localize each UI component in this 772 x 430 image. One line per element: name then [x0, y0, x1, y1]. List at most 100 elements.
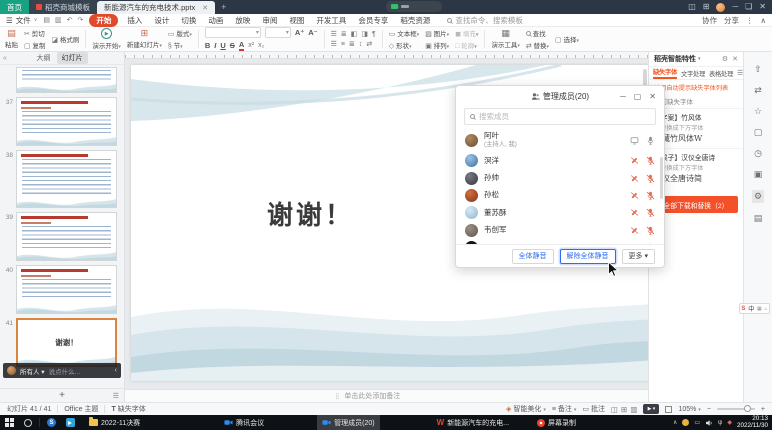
- notes-tool-icon[interactable]: ▤: [754, 213, 763, 224]
- redo-icon[interactable]: ↷: [78, 16, 84, 24]
- missing-font-indicator[interactable]: T 缺失字体: [111, 404, 145, 414]
- start-button[interactable]: [0, 415, 19, 430]
- replace-button[interactable]: ⇄ 替换▾: [526, 40, 549, 50]
- tray-expand-icon[interactable]: ∧: [673, 419, 677, 426]
- notes-bar[interactable]: ⣿ 单击此处添加备注: [125, 389, 648, 402]
- zoom-slider[interactable]: [717, 408, 755, 410]
- decrease-font-icon[interactable]: A⁻: [308, 28, 317, 37]
- italic-button[interactable]: I: [214, 41, 216, 50]
- taskbar-clock[interactable]: 20:13 2022/11/30: [737, 416, 768, 429]
- copy-button[interactable]: ▢ 复制: [24, 40, 45, 50]
- shape-button[interactable]: ◇ 形状▾: [389, 40, 419, 50]
- beautify-button[interactable]: ◈ 智能美化 ▾: [506, 404, 546, 414]
- history-icon[interactable]: ◷: [754, 148, 762, 159]
- screen-icon[interactable]: [630, 136, 639, 145]
- tray-shield-icon[interactable]: [682, 419, 689, 426]
- mic-off-icon[interactable]: [646, 156, 655, 165]
- reading-view-icon[interactable]: ▥: [630, 405, 637, 414]
- tab-outline[interactable]: 大纲: [37, 53, 51, 63]
- new-tab-button[interactable]: +: [215, 0, 232, 14]
- slide-thumbnail[interactable]: [16, 150, 117, 208]
- chat-input[interactable]: 说点什么...: [49, 366, 111, 376]
- dialog-close-icon[interactable]: ✕: [649, 92, 656, 101]
- mic-off-icon[interactable]: [646, 191, 655, 200]
- ribbon-tab-member[interactable]: 会员专享: [355, 15, 391, 26]
- settings-icon[interactable]: ⚙: [752, 190, 764, 203]
- layout-button[interactable]: ▭ 版式▾: [168, 28, 192, 38]
- zoom-in-button[interactable]: +: [761, 406, 765, 413]
- tab-missing-fonts[interactable]: 缺失字体: [653, 67, 677, 79]
- outdent-icon[interactable]: ◧: [351, 30, 358, 38]
- pen-off-icon[interactable]: [630, 191, 639, 200]
- present-tools-button[interactable]: ▦演示工具▾: [491, 29, 520, 49]
- mute-all-button[interactable]: 全体静音: [512, 249, 554, 264]
- member-row[interactable]: 阿叶(主持人, 我): [465, 129, 655, 152]
- slide-thumbnail[interactable]: [16, 67, 117, 93]
- file-menu[interactable]: ☰文件∨: [6, 15, 37, 26]
- font-color-button[interactable]: A: [239, 40, 244, 51]
- cut-button[interactable]: ✂ 剪切: [24, 28, 45, 38]
- section-button[interactable]: § 节▾: [168, 40, 192, 50]
- grid-icon[interactable]: ⊞: [703, 3, 710, 11]
- select-button[interactable]: ▢ 选择▾: [555, 34, 579, 44]
- mic-off-icon[interactable]: [646, 226, 655, 235]
- tray-app-icon[interactable]: ◆: [727, 419, 732, 426]
- member-row[interactable]: 溟洋: [465, 152, 655, 169]
- ribbon-tab-view[interactable]: 视图: [286, 15, 307, 26]
- panel-menu-icon[interactable]: ☰: [113, 392, 119, 400]
- tab-home[interactable]: 首页: [0, 0, 29, 14]
- fit-window-icon[interactable]: [665, 406, 672, 413]
- undo-icon[interactable]: ↶: [67, 16, 73, 24]
- member-search-input[interactable]: [479, 112, 650, 121]
- ribbon-tab-review[interactable]: 审阅: [259, 15, 280, 26]
- switch-icon[interactable]: ⇄: [754, 85, 762, 96]
- dialog-minimize-icon[interactable]: ─: [620, 92, 626, 101]
- align-right-icon[interactable]: ≣: [349, 40, 355, 48]
- tab-document[interactable]: 新能源汽车的充电技术.pptx✕: [97, 1, 215, 14]
- superscript-button[interactable]: x²: [248, 42, 254, 49]
- minimize-button[interactable]: ─: [732, 3, 738, 11]
- meeting-chat-bar[interactable]: 所有人 ▾ 说点什么... ‹: [3, 363, 121, 378]
- ribbon-tab-animation[interactable]: 动画: [205, 15, 226, 26]
- arrange-button[interactable]: ▣ 排列▾: [425, 40, 449, 50]
- save-icon[interactable]: ▤: [43, 16, 50, 24]
- taskbar-folder[interactable]: 2022-11决赛: [84, 415, 145, 430]
- subscript-button[interactable]: x₂: [258, 42, 264, 49]
- picture-button[interactable]: ▨ 图片▾: [425, 28, 449, 38]
- member-row[interactable]: 吴: [465, 239, 655, 244]
- pen-off-icon[interactable]: [630, 174, 639, 183]
- slide-thumbnail[interactable]: [16, 265, 117, 314]
- fill-button[interactable]: ◼ 填充▾: [455, 28, 478, 38]
- strike-button[interactable]: S: [230, 41, 235, 50]
- increase-font-icon[interactable]: A⁺: [295, 28, 304, 37]
- ribbon-tab-developer[interactable]: 开发工具: [313, 15, 349, 26]
- member-row[interactable]: 孙帅: [465, 169, 655, 186]
- normal-view-icon[interactable]: ◫: [611, 405, 618, 414]
- mic-icon[interactable]: [646, 136, 655, 145]
- tray-speaker-icon[interactable]: [705, 419, 713, 427]
- slideshow-play-button[interactable]: ▶ ▾: [643, 404, 659, 414]
- taskbar-members-window[interactable]: 管理成员(20): [317, 415, 379, 430]
- close-icon[interactable]: ✕: [732, 55, 738, 63]
- comments-button[interactable]: ▭ 批注: [582, 404, 605, 414]
- ribbon-tab-design[interactable]: 设计: [151, 15, 172, 26]
- tray-usb-icon[interactable]: ψ: [718, 420, 722, 426]
- pen-off-icon[interactable]: [630, 156, 639, 165]
- more-button[interactable]: 更多 ▾: [622, 249, 655, 264]
- star-icon[interactable]: ☆: [754, 106, 762, 117]
- mic-off-icon[interactable]: [646, 174, 655, 183]
- zoom-out-button[interactable]: −: [707, 406, 711, 413]
- print-icon[interactable]: ▥: [55, 16, 62, 24]
- textbox-button[interactable]: ▭ 文本框▾: [389, 28, 419, 38]
- download-replace-all-button[interactable]: 全部下载和替换（2）: [654, 196, 738, 213]
- close-button[interactable]: ✕: [759, 3, 766, 11]
- ime-toolbar[interactable]: S 中 ▦ ⌂: [739, 303, 770, 314]
- member-row[interactable]: 韦创军: [465, 222, 655, 239]
- taskbar-meeting[interactable]: 腾讯会议: [219, 415, 269, 430]
- taskbar-wps[interactable]: W新能源汽车的充电...: [432, 415, 514, 430]
- mic-off-icon[interactable]: [646, 208, 655, 217]
- image-tool-icon[interactable]: ▣: [754, 169, 763, 180]
- mic-off-icon[interactable]: [646, 243, 655, 244]
- collapse-ribbon-icon[interactable]: ∧: [761, 16, 767, 25]
- more-dots-icon[interactable]: ⋮: [746, 16, 754, 25]
